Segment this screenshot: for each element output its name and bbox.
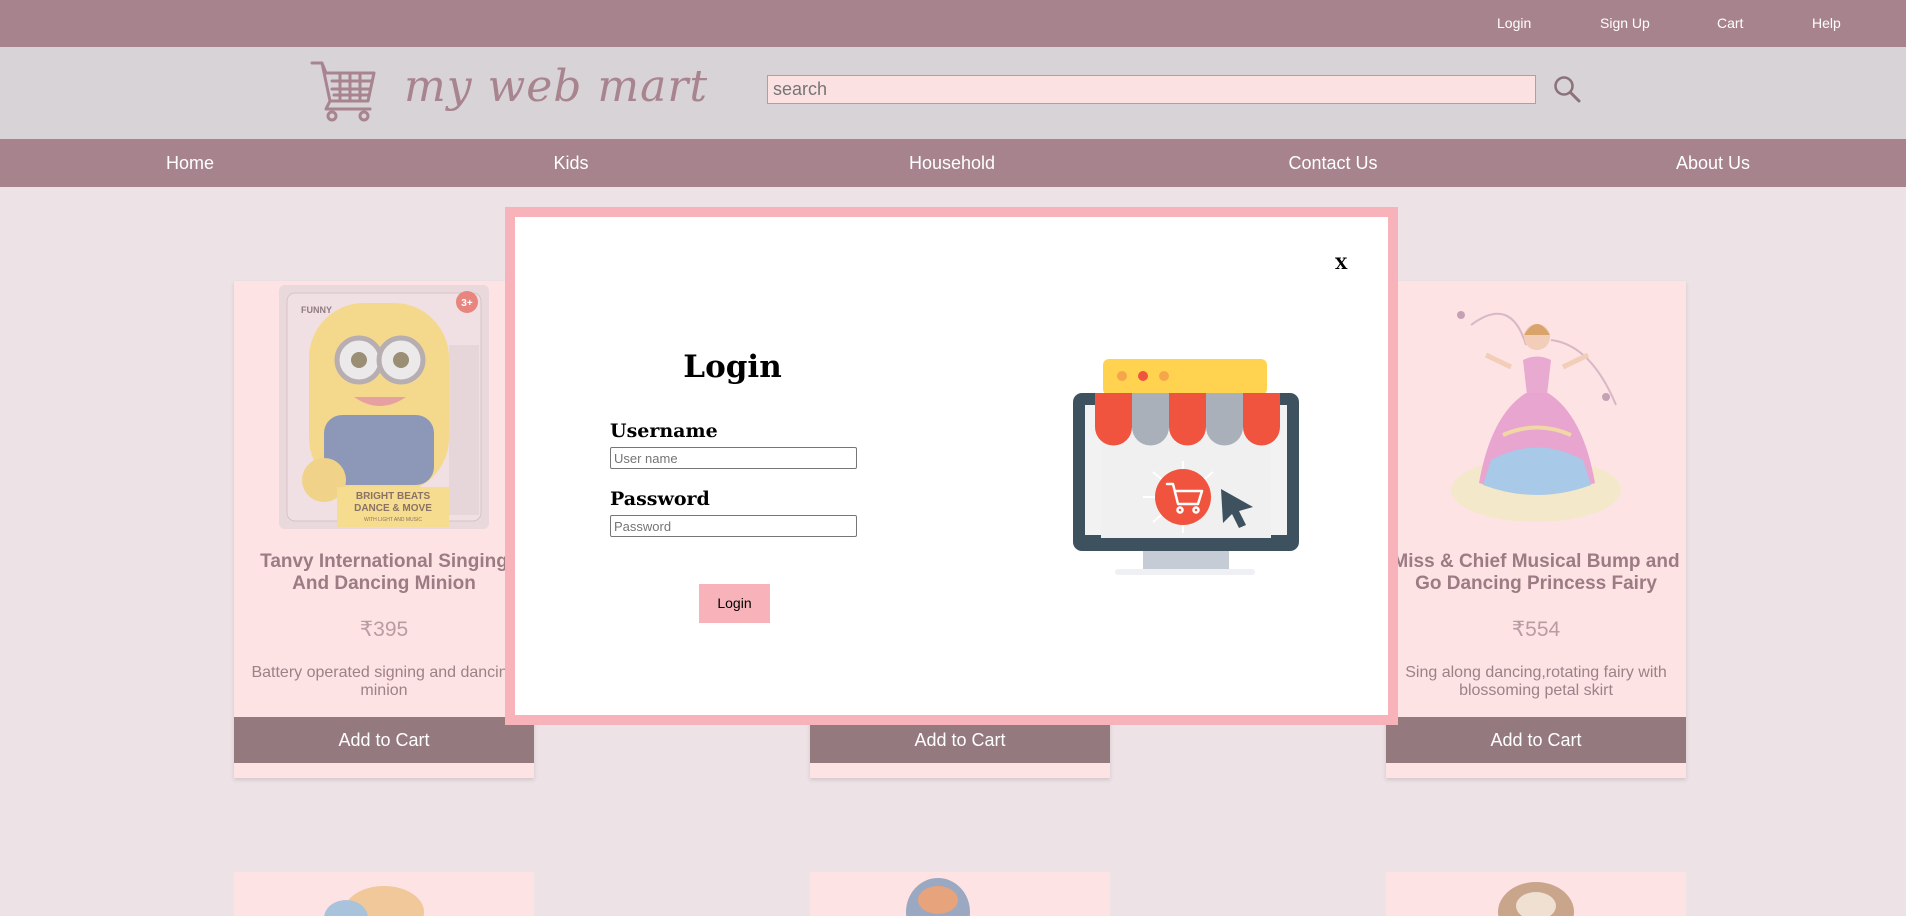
product-title[interactable]: Tanvy International Singing And Dancing …	[234, 551, 534, 595]
product-price: ₹395	[359, 618, 409, 641]
main-nav: Home Kids Household Contact Us About Us	[0, 139, 1906, 187]
product-image[interactable]	[234, 872, 534, 916]
nav-item-kids[interactable]: Kids	[553, 153, 588, 174]
nav-item-contact-us[interactable]: Contact Us	[1288, 153, 1377, 174]
nav-item-home[interactable]: Home	[166, 153, 214, 174]
product-card	[234, 872, 534, 916]
box-label-2: DANCE & MOVE	[354, 503, 432, 514]
username-input[interactable]	[610, 447, 857, 469]
shopping-cart-icon[interactable]	[310, 59, 378, 123]
princess-fairy-toy-image[interactable]	[1431, 285, 1641, 529]
top-bar: Login Sign Up Cart Help	[0, 0, 1906, 47]
product-card: Miss & Chief Musical Bump and Go Dancing…	[1386, 281, 1686, 778]
login-modal-panel: X Login Username Password Login	[515, 217, 1388, 715]
topbar-signup-link[interactable]: Sign Up	[1600, 15, 1650, 31]
topbar-help-link[interactable]: Help	[1812, 15, 1841, 31]
product-card	[810, 872, 1110, 916]
login-title: Login	[683, 349, 782, 385]
online-shop-icon	[1073, 359, 1299, 575]
product-card: 3+ FUNNY BRIGHT BEATS DANCE & MOVE WITH …	[234, 281, 534, 778]
add-to-cart-button[interactable]: Add to Cart	[1386, 717, 1686, 763]
password-input[interactable]	[610, 515, 857, 537]
box-label-3: WITH LIGHT AND MUSIC	[364, 517, 422, 523]
product-description: Battery operated signing and dancing min…	[251, 664, 517, 699]
search-input[interactable]	[767, 75, 1536, 104]
login-modal: X Login Username Password Login	[505, 207, 1398, 725]
login-submit-button[interactable]: Login	[699, 584, 770, 623]
brand-label: FUNNY	[301, 305, 332, 315]
nav-item-household[interactable]: Household	[909, 153, 995, 174]
nav-item-about-us[interactable]: About Us	[1676, 153, 1750, 174]
site-header: my web mart	[0, 47, 1906, 139]
box-label-1: BRIGHT BEATS	[356, 491, 431, 502]
magnifier-icon[interactable]	[1552, 74, 1582, 104]
product-title[interactable]: Miss & Chief Musical Bump and Go Dancing…	[1386, 551, 1686, 595]
product-card	[1386, 872, 1686, 916]
topbar-login-link[interactable]: Login	[1497, 15, 1531, 31]
product-image[interactable]	[810, 872, 1110, 916]
site-logo-text[interactable]: my web mart	[404, 61, 708, 112]
product-description: Sing along dancing,rotating fairy with b…	[1405, 664, 1667, 699]
username-label: Username	[610, 420, 718, 442]
add-to-cart-button[interactable]: Add to Cart	[234, 717, 534, 763]
product-image[interactable]	[1386, 872, 1686, 916]
close-button[interactable]: X	[1335, 254, 1347, 273]
topbar-cart-link[interactable]: Cart	[1717, 15, 1743, 31]
password-label: Password	[610, 488, 710, 510]
product-price: ₹554	[1511, 618, 1561, 641]
minion-toy-image[interactable]: 3+ FUNNY BRIGHT BEATS DANCE & MOVE WITH …	[279, 285, 489, 529]
age-badge: 3+	[461, 298, 473, 309]
